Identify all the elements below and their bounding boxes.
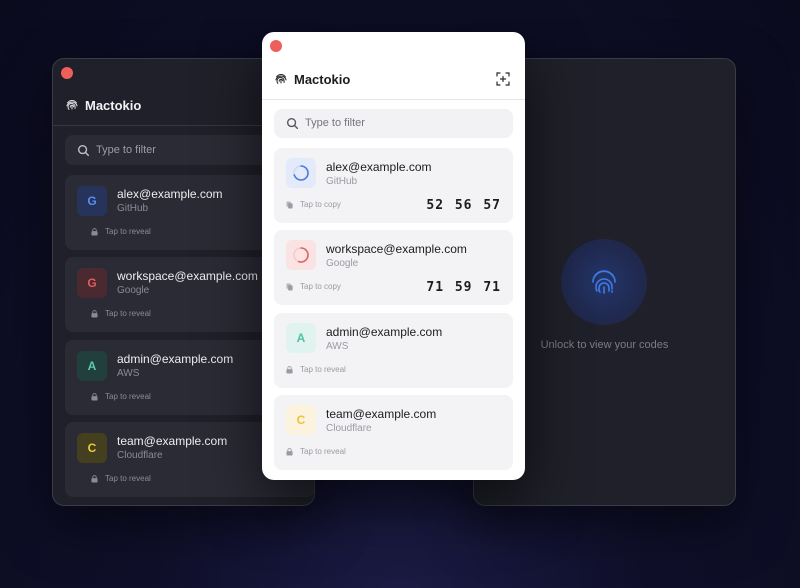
search-icon [286, 117, 299, 130]
lock-icon [91, 475, 98, 483]
reveal-hint[interactable]: Tap to reveal [91, 227, 191, 239]
account-email: workspace@example.com [326, 242, 467, 256]
otp-code[interactable]: 52 56 57 [426, 198, 501, 213]
copy-label: Tap to copy [300, 200, 341, 209]
reveal-hint[interactable]: Tap to reveal [91, 474, 191, 486]
lock-icon [91, 228, 98, 236]
reveal-label: Tap to reveal [105, 227, 151, 236]
copy-icon [286, 283, 293, 291]
account-email: admin@example.com [117, 352, 234, 366]
account-card[interactable]: alex@example.com GitHub Tap to copy 52 5… [274, 148, 513, 223]
reveal-hint[interactable]: Tap to reveal [91, 309, 191, 321]
fingerprint-icon [66, 99, 78, 110]
fingerprint-icon [592, 270, 616, 294]
reveal-hint[interactable]: Tap to reveal [286, 365, 386, 377]
service-avatar [286, 240, 316, 270]
reveal-label: Tap to reveal [105, 309, 151, 318]
service-avatar: A [77, 351, 107, 381]
lock-icon [91, 310, 98, 318]
account-service: Cloudflare [117, 450, 163, 461]
countdown-ring [293, 165, 309, 181]
service-avatar: C [286, 405, 316, 435]
search-placeholder: Type to filter [305, 117, 365, 129]
account-service: Google [326, 258, 359, 269]
unlock-button[interactable] [561, 239, 647, 325]
lock-icon [286, 366, 293, 374]
account-email: team@example.com [326, 407, 437, 421]
account-service: GitHub [326, 176, 358, 187]
search-icon [77, 144, 90, 157]
service-avatar: A [286, 323, 316, 353]
reveal-label: Tap to reveal [105, 474, 151, 483]
close-button[interactable] [270, 40, 282, 52]
main-window: Mactokio Type to filter alex@example.com… [262, 32, 525, 480]
account-card[interactable]: A admin@example.com AWS Tap to reveal [274, 313, 513, 388]
lock-icon [286, 448, 293, 456]
account-service: AWS [117, 368, 140, 379]
account-service: Cloudflare [326, 423, 372, 434]
reveal-label: Tap to reveal [105, 392, 151, 401]
account-service: AWS [326, 341, 349, 352]
account-service: Google [117, 285, 150, 296]
window-header: Mactokio [262, 62, 525, 100]
account-email: workspace@example.com [117, 269, 258, 283]
reveal-hint[interactable]: Tap to reveal [91, 392, 191, 404]
app-title: Mactokio [294, 72, 351, 87]
service-avatar: C [77, 433, 107, 463]
account-email: alex@example.com [117, 187, 223, 201]
close-button[interactable] [61, 67, 73, 79]
account-card[interactable]: workspace@example.com Google Tap to copy… [274, 230, 513, 305]
reveal-label: Tap to reveal [300, 447, 346, 456]
service-avatar: G [77, 268, 107, 298]
otp-code[interactable]: 71 59 71 [426, 280, 501, 295]
account-service: GitHub [117, 203, 149, 214]
account-card[interactable]: C team@example.com Cloudflare Tap to rev… [274, 395, 513, 470]
copy-hint[interactable]: Tap to copy [286, 282, 386, 294]
lock-icon [91, 393, 98, 401]
scan-qr-button[interactable] [496, 72, 510, 86]
service-avatar: G [77, 186, 107, 216]
app-title: Mactokio [85, 98, 142, 113]
search-placeholder: Type to filter [96, 144, 156, 156]
fingerprint-icon [275, 73, 287, 84]
service-avatar [286, 158, 316, 188]
reveal-hint[interactable]: Tap to reveal [286, 447, 386, 459]
countdown-ring [293, 247, 309, 263]
copy-icon [286, 201, 293, 209]
copy-label: Tap to copy [300, 282, 341, 291]
account-email: team@example.com [117, 434, 228, 448]
reveal-label: Tap to reveal [300, 365, 346, 374]
search-input[interactable]: Type to filter [274, 109, 513, 138]
account-email: alex@example.com [326, 160, 432, 174]
copy-hint[interactable]: Tap to copy [286, 200, 386, 212]
account-email: admin@example.com [326, 325, 443, 339]
